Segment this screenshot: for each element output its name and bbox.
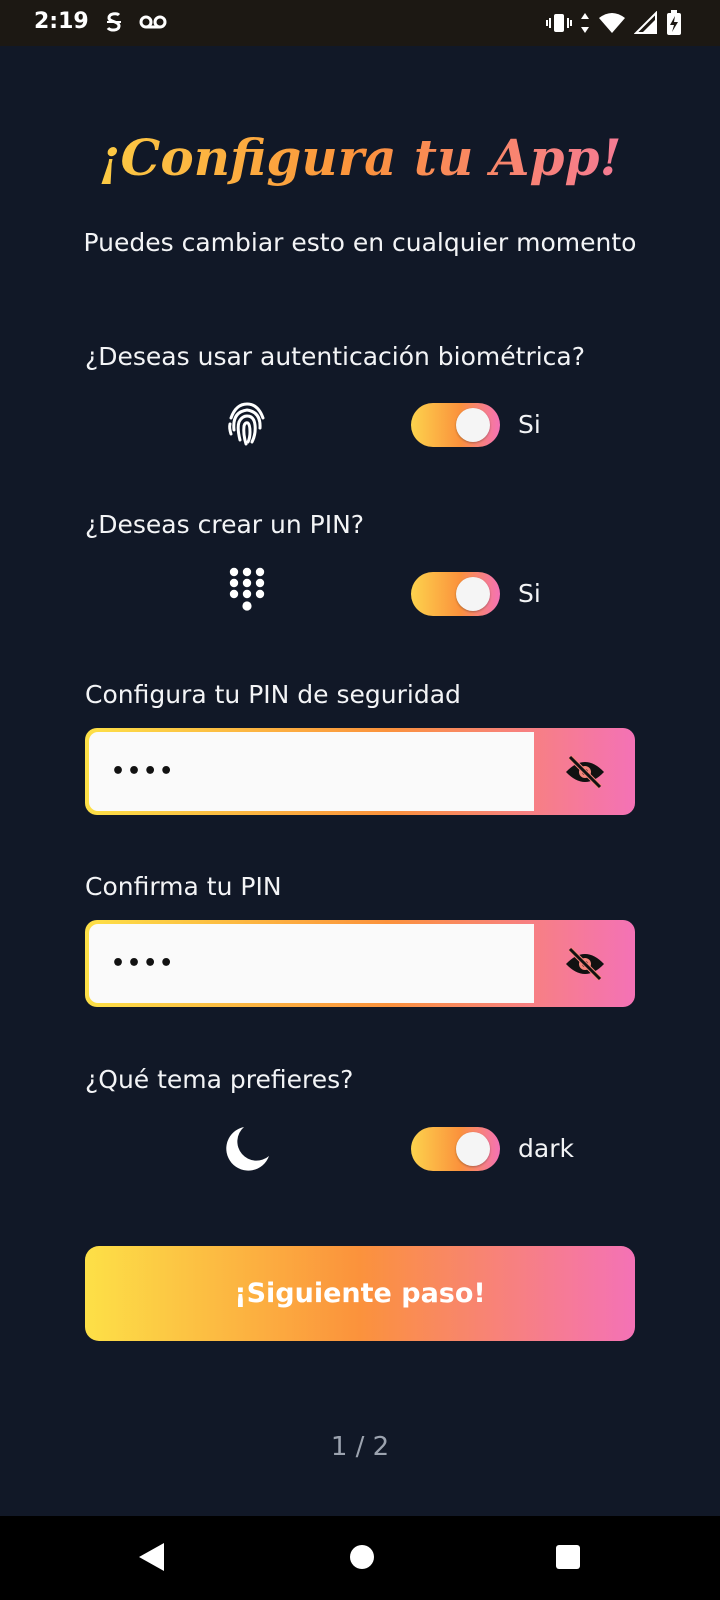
status-left-icons bbox=[104, 10, 168, 34]
page-subtitle: Puedes cambiar esto en cualquier momento bbox=[83, 228, 637, 257]
voicemail-icon bbox=[139, 15, 167, 29]
wifi-icon bbox=[599, 13, 625, 33]
status-right-icons bbox=[546, 10, 682, 36]
navigation-bar bbox=[0, 1516, 720, 1600]
pin-toggle-label: Si bbox=[518, 579, 541, 608]
page-title: ¡Configura tu App! bbox=[0, 128, 720, 187]
toggle-knob bbox=[456, 1132, 490, 1166]
home-icon[interactable] bbox=[348, 1540, 376, 1574]
pin-toggle[interactable] bbox=[411, 572, 500, 616]
vibrate-icon bbox=[546, 14, 572, 32]
toggle-knob bbox=[456, 577, 490, 611]
theme-toggle[interactable] bbox=[411, 1127, 500, 1171]
next-step-button[interactable]: ¡Siguiente paso! bbox=[85, 1246, 635, 1341]
signal-icon bbox=[634, 11, 657, 34]
confirm-pin-visibility-toggle[interactable] bbox=[535, 920, 635, 1007]
battery-charging-icon bbox=[667, 10, 681, 35]
moon-icon bbox=[226, 1127, 269, 1171]
recents-icon[interactable] bbox=[554, 1540, 582, 1574]
theme-question: ¿Qué tema prefieres? bbox=[85, 1065, 354, 1094]
pin-input[interactable]: •••• bbox=[89, 732, 534, 811]
dialpad-icon bbox=[229, 567, 265, 611]
back-icon[interactable] bbox=[136, 1540, 166, 1574]
fingerprint-icon bbox=[228, 402, 265, 446]
page-indicator: 1 / 2 bbox=[330, 1432, 390, 1462]
eye-off-icon bbox=[566, 946, 604, 981]
confirm-pin-field: •••• bbox=[85, 920, 635, 1007]
status-bar: 2:19 bbox=[0, 0, 720, 46]
confirm-pin-input[interactable]: •••• bbox=[89, 924, 534, 1003]
biometric-question: ¿Deseas usar autenticación biométrica? bbox=[85, 342, 585, 371]
confirm-field-label: Confirma tu PIN bbox=[85, 872, 282, 901]
s-app-icon bbox=[106, 12, 121, 32]
biometric-toggle-label: Si bbox=[518, 410, 541, 439]
pin-field: •••• bbox=[85, 728, 635, 815]
pin-question: ¿Deseas crear un PIN? bbox=[85, 510, 365, 539]
pin-visibility-toggle[interactable] bbox=[535, 728, 635, 815]
theme-toggle-label: dark bbox=[518, 1134, 574, 1163]
status-time: 2:19 bbox=[34, 9, 89, 34]
toggle-knob bbox=[456, 408, 490, 442]
eye-off-icon bbox=[566, 754, 604, 789]
biometric-toggle[interactable] bbox=[411, 403, 500, 447]
pin-field-label: Configura tu PIN de seguridad bbox=[85, 680, 461, 709]
data-arrows-icon bbox=[581, 13, 589, 33]
